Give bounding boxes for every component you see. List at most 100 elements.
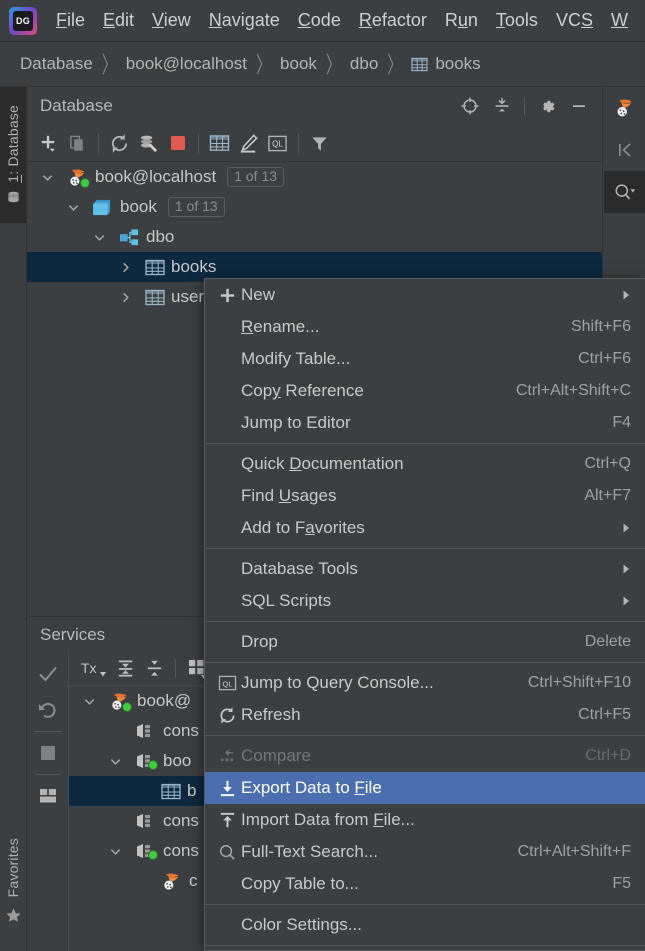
menu-item-new[interactable]: New (205, 279, 645, 311)
menu-separator (205, 443, 645, 444)
menu-item-shortcut: F5 (612, 875, 631, 892)
toolbar-divider-3 (298, 133, 299, 153)
database-header-actions (455, 91, 602, 121)
stop-icon[interactable] (30, 735, 66, 771)
commit-icon[interactable] (30, 656, 66, 692)
tree-node-icon (109, 691, 132, 712)
schema-icon (119, 228, 140, 247)
menu-item-color-settings[interactable]: Color Settings... (205, 909, 645, 941)
breadcrumb-label: Database (20, 54, 93, 73)
tree-node-label: book (120, 197, 157, 216)
transaction-mode-button[interactable]: Tx (77, 654, 111, 683)
menu-separator (205, 621, 645, 622)
menu-item-export-data-to-file[interactable]: Export Data to File (205, 772, 645, 804)
menu-bar-item-w[interactable]: W (602, 8, 637, 33)
refresh-icon (213, 706, 241, 725)
breadcrumb-item-Database[interactable]: Database (20, 54, 93, 74)
query-console-icon[interactable]: QL (263, 129, 292, 158)
menu-bar-item-run[interactable]: Run (436, 8, 487, 33)
menu-item-shortcut: F4 (612, 414, 631, 431)
menu-bar-item-vcs[interactable]: VCS (547, 8, 602, 33)
menu-item-copy-reference[interactable]: Copy Reference Ctrl+Alt+Shift+C (205, 375, 645, 407)
add-icon[interactable] (34, 129, 63, 158)
menu-item-shortcut: Ctrl+Alt+Shift+F (517, 843, 631, 860)
refresh-icon[interactable] (105, 129, 134, 158)
chevron-down-icon[interactable] (41, 171, 63, 184)
star-icon (5, 907, 22, 924)
breadcrumb-item-books[interactable]: books (411, 54, 481, 74)
menu-item-shortcut: Alt+F7 (584, 487, 631, 504)
menu-item-find-usages[interactable]: Find Usages Alt+F7 (205, 480, 645, 512)
collapse-all-button[interactable] (140, 654, 169, 683)
sidebar-item-database[interactable]: 1: Database (0, 87, 26, 223)
menu-item-rename[interactable]: Rename... Shift+F6 (205, 311, 645, 343)
menu-bar-item-navigate[interactable]: Navigate (200, 8, 289, 33)
services-panel-title: Services (40, 624, 106, 644)
table-editor-icon[interactable] (205, 129, 234, 158)
menu-bar-item-view[interactable]: View (143, 8, 200, 33)
menu-bar-item-code[interactable]: Code (289, 8, 350, 33)
submenu-arrow-icon (621, 289, 631, 301)
chevron-down-icon[interactable] (109, 845, 131, 858)
chevron-down-icon[interactable] (83, 695, 105, 708)
copy-icon[interactable] (63, 129, 92, 158)
search-icon (213, 843, 241, 862)
breadcrumb-item-dbo[interactable]: dbo (350, 54, 378, 74)
menu-item-refresh[interactable]: Refresh Ctrl+F5 (205, 699, 645, 731)
minimize-icon[interactable] (564, 91, 594, 121)
locate-icon[interactable] (455, 91, 485, 121)
menu-item-drop[interactable]: Drop Delete (205, 626, 645, 658)
sidebar-item-favorites[interactable]: Favorites (0, 811, 26, 951)
tree-node-badge: 1 of 13 (167, 196, 225, 218)
tree-row-booklocalhost[interactable]: book@localhost 1 of 13 (27, 162, 602, 192)
tree-node-label: book@localhost (95, 167, 217, 186)
menu-item-add-to-favorites[interactable]: Add to Favorites (205, 512, 645, 544)
collapse-all-icon[interactable] (487, 91, 517, 121)
menu-item-shortcut: Delete (584, 633, 631, 650)
context-menu: New Rename... Shift+F6 Modify Table... Ctrl+… (204, 278, 645, 951)
menu-item-sql-scripts[interactable]: SQL Scripts (205, 585, 645, 617)
menu-item-full-text-search[interactable]: Full-Text Search... Ctrl+Alt+Shift+F (205, 836, 645, 868)
menu-item-database-tools[interactable]: Database Tools (205, 553, 645, 585)
breadcrumb-label: book@localhost (125, 54, 248, 73)
menu-item-copy-table-to[interactable]: Copy Table to... F5 (205, 868, 645, 900)
chevron-right-icon[interactable] (119, 261, 141, 274)
tree-node-label: books (171, 257, 217, 276)
menu-bar-item-refactor[interactable]: Refactor (350, 8, 436, 33)
menu-item-jump-to-editor[interactable]: Jump to Editor F4 (205, 407, 645, 439)
rollback-icon[interactable] (30, 692, 66, 728)
menu-item-import-data-from-file[interactable]: Import Data from File... (205, 804, 645, 836)
menu-item-jump-to-query-console[interactable]: QL Jump to Query Console... Ctrl+Shift+F10 (205, 667, 645, 699)
tree-node-icon (135, 813, 157, 829)
breadcrumb[interactable]: Database 〉 book@localhost 〉 book 〉 dbo 〉 books (0, 42, 645, 87)
chevron-down-icon[interactable] (109, 755, 131, 768)
settings-gear-icon[interactable] (532, 91, 562, 121)
menu-item-quick-documentation[interactable]: Quick Documentation Ctrl+Q (205, 448, 645, 480)
modify-icon[interactable] (234, 129, 263, 158)
search-everywhere-button[interactable] (604, 171, 645, 213)
chevron-down-icon[interactable] (67, 201, 89, 214)
layout-icon[interactable] (30, 778, 66, 814)
dbms-icon-button[interactable] (604, 87, 645, 129)
breadcrumb-label: book (280, 54, 317, 73)
menu-item-modify-table[interactable]: Modify Table... Ctrl+F6 (205, 343, 645, 375)
menu-item-label: SQL Scripts (241, 591, 332, 610)
tree-row-dbo[interactable]: dbo (27, 222, 602, 252)
datasource-properties-icon[interactable] (134, 129, 163, 158)
menu-bar-item-edit[interactable]: Edit (94, 8, 143, 33)
filter-icon[interactable] (305, 129, 334, 158)
breadcrumb-item-book[interactable]: book (280, 54, 317, 74)
stop-icon[interactable] (163, 129, 192, 158)
menu-item-shortcut: Shift+F6 (570, 318, 631, 335)
menu-bar-item-file[interactable]: File (47, 8, 94, 33)
status-dot (122, 702, 132, 712)
breadcrumb-item-booklocalhost[interactable]: book@localhost (126, 54, 247, 74)
menu-item-label: Database Tools (241, 559, 358, 578)
menu-bar-item-tools[interactable]: Tools (487, 8, 547, 33)
tree-row-book[interactable]: book 1 of 13 (27, 192, 602, 222)
chevron-right-icon[interactable] (119, 291, 141, 304)
expand-all-button[interactable] (111, 654, 140, 683)
collapse-panel-button[interactable] (604, 129, 645, 171)
chevron-down-icon[interactable] (93, 231, 115, 244)
connection-icon (135, 813, 157, 829)
